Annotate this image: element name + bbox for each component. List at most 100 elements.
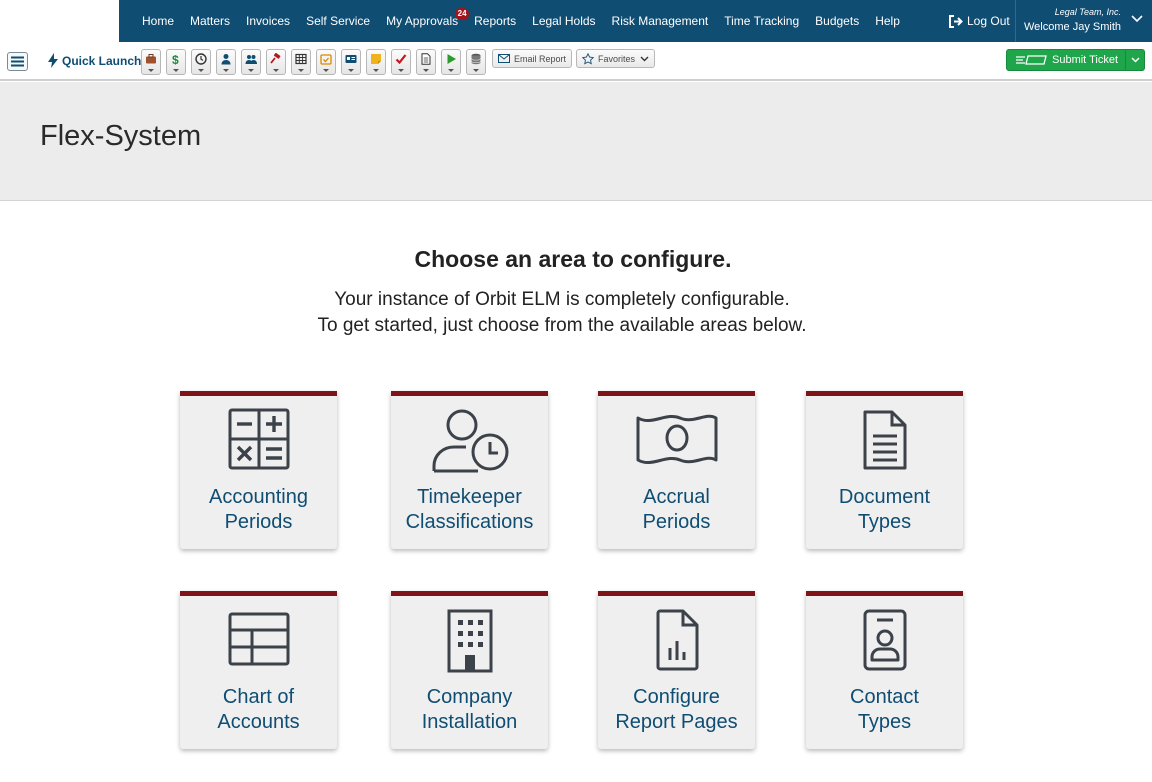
tile-label-line1: Timekeeper (417, 486, 522, 508)
nav-risk-management[interactable]: Risk Management (604, 0, 717, 42)
toolbar: Quick Launch $ Email Report Favorites Su… (0, 42, 1152, 81)
quick-play-button[interactable] (441, 49, 461, 75)
quick-notes-button[interactable] (366, 49, 386, 75)
tile-chart-of-accounts[interactable]: Chart of Accounts (180, 591, 337, 749)
tile-accrual-periods[interactable]: Accrual Periods (598, 391, 755, 549)
tile-document-types[interactable]: Document Types (806, 391, 963, 549)
tile-label-line1: Document (838, 486, 931, 508)
checkmark-icon (395, 54, 407, 65)
tile-timekeeper-classifications[interactable]: Timekeeper Classifications (391, 391, 548, 549)
tile-label: Company Installation (391, 685, 548, 735)
tile-label-line2: Periods (224, 511, 293, 533)
menu-toggle-button[interactable] (7, 52, 28, 71)
logout-icon (949, 14, 963, 28)
document-icon (863, 410, 906, 470)
tile-label-line2: Accounts (217, 711, 300, 733)
nav-time-tracking[interactable]: Time Tracking (716, 0, 807, 42)
tile-configure-report-pages[interactable]: Configure Report Pages (598, 591, 755, 749)
logout-label: Log Out (967, 14, 1010, 28)
database-icon (471, 53, 481, 65)
email-report-button[interactable]: Email Report (492, 49, 573, 68)
report-page-icon (656, 609, 698, 671)
briefcase-icon (146, 54, 156, 64)
tile-label-line2: Installation (421, 711, 518, 733)
tile-label: Contact Types (806, 685, 963, 735)
quick-billing-button[interactable]: $ (166, 49, 186, 75)
user-menu[interactable]: Legal Team, Inc. Welcome Jay Smith (1015, 0, 1152, 42)
people-icon (245, 55, 257, 64)
nav-legal-holds[interactable]: Legal Holds (524, 0, 603, 42)
tile-label-line2: Report Pages (615, 711, 738, 733)
hamburger-icon (11, 56, 24, 67)
tile-label: Accounting Periods (180, 485, 337, 535)
submit-ticket-label: Submit Ticket (1052, 54, 1119, 66)
favorites-label: Favorites (598, 53, 636, 64)
banknote-icon (636, 414, 717, 465)
intro-line-1: Your instance of Orbit ELM is completely… (334, 289, 790, 310)
quick-time-button[interactable] (191, 49, 211, 75)
quick-database-button[interactable] (466, 49, 486, 75)
tile-label-line1: Accrual (643, 486, 710, 508)
nav-help[interactable]: Help (867, 0, 908, 42)
quick-grid-button[interactable] (291, 49, 311, 75)
intro-line-2: To get started, just choose from the ava… (317, 315, 807, 336)
quick-launch[interactable]: Quick Launch (48, 53, 141, 68)
tile-label: Timekeeper Classifications (391, 485, 548, 535)
section-headline: Choose an area to configure. (414, 246, 732, 272)
nav-matters[interactable]: Matters (182, 0, 238, 42)
tile-accounting-periods[interactable]: Accounting Periods (180, 391, 337, 549)
tile-label-line1: Accounting (209, 486, 308, 508)
quick-calendar-button[interactable] (316, 49, 336, 75)
tile-label-line1: Chart of (222, 686, 295, 708)
contact-badge-icon (863, 609, 906, 671)
clock-icon (195, 53, 207, 65)
submit-ticket-dropdown[interactable] (1125, 50, 1144, 70)
tile-label: Accrual Periods (598, 485, 755, 535)
tile-label-line2: Periods (642, 511, 711, 533)
calendar-check-icon (320, 54, 332, 65)
tile-contact-types[interactable]: Contact Types (806, 591, 963, 749)
logout-button[interactable]: Log Out (948, 0, 1010, 42)
tile-label-line2: Types (857, 511, 912, 533)
nav-self-service[interactable]: Self Service (298, 0, 378, 42)
quick-approve-button[interactable] (391, 49, 411, 75)
person-icon (221, 54, 231, 65)
table-icon (228, 612, 289, 666)
submit-ticket-button[interactable]: Submit Ticket (1006, 49, 1145, 71)
building-icon (447, 609, 492, 673)
quick-gavel-button[interactable] (266, 49, 286, 75)
page-header: Flex-System (0, 82, 1152, 201)
tile-label-line1: Configure (633, 686, 720, 708)
email-report-label: Email Report (514, 53, 567, 64)
nav-my-approvals[interactable]: My Approvals 24 (378, 0, 470, 42)
nav-my-approvals-label: My Approvals (386, 14, 459, 28)
chevron-down-icon (1131, 15, 1143, 23)
tile-label: Configure Report Pages (598, 685, 755, 735)
tile-label-line1: Contact (850, 686, 919, 708)
quick-document-button[interactable] (416, 49, 436, 75)
tile-company-installation[interactable]: Company Installation (391, 591, 548, 749)
quick-contact-card-button[interactable] (341, 49, 361, 75)
nav-home[interactable]: Home (134, 0, 182, 42)
chevron-down-icon (1130, 57, 1140, 63)
favorites-dropdown[interactable]: Favorites (576, 49, 656, 68)
lightning-icon (48, 53, 58, 68)
grid-icon (295, 53, 307, 65)
gavel-icon (270, 53, 281, 64)
tile-label: Document Types (806, 485, 963, 535)
main-nav: Home Matters Invoices Self Service My Ap… (134, 0, 908, 42)
nav-invoices[interactable]: Invoices (238, 0, 298, 42)
welcome-user: Welcome Jay Smith (1024, 21, 1121, 33)
quick-launch-label: Quick Launch (62, 53, 142, 68)
quick-briefcase-button[interactable] (141, 49, 161, 75)
nav-budgets[interactable]: Budgets (807, 0, 867, 42)
quick-person-button[interactable] (216, 49, 236, 75)
organization-name: Legal Team, Inc. (1054, 7, 1121, 17)
tile-label-line1: Company (426, 686, 513, 708)
envelope-icon (498, 54, 510, 63)
id-card-icon (345, 55, 357, 63)
quick-people-button[interactable] (241, 49, 261, 75)
top-navigation-bar: Home Matters Invoices Self Service My Ap… (0, 0, 1152, 42)
tile-label-line2: Classifications (405, 511, 534, 533)
nav-reports[interactable]: Reports (466, 0, 524, 42)
